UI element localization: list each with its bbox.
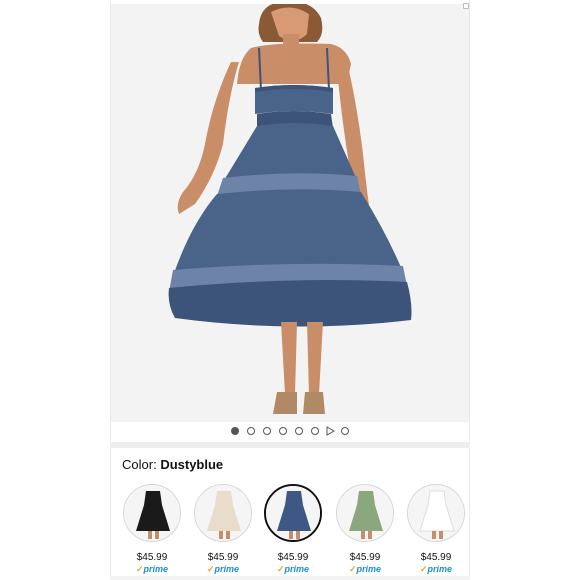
swatch-black-thumbnail [124, 485, 180, 541]
swatch-white[interactable] [407, 484, 465, 542]
swatch-green-thumbnail [337, 485, 393, 541]
prime-badge: ✓prime [336, 564, 394, 575]
swatch-price: $45.99 [277, 552, 309, 563]
section-divider [110, 442, 470, 448]
prime-check-icon: ✓ [276, 564, 285, 574]
frame-right-edge [469, 0, 470, 580]
prime-check-icon: ✓ [135, 564, 144, 574]
color-label: Color: [122, 457, 157, 472]
carousel-dot-2[interactable] [247, 427, 255, 435]
swatch-apricot-thumbnail [195, 485, 251, 541]
product-image[interactable] [111, 4, 469, 422]
prime-check-icon: ✓ [419, 564, 428, 574]
prime-badge: ✓prime [194, 564, 252, 575]
image-carousel-indicator [0, 426, 580, 439]
swatch-price: $45.99 [420, 552, 452, 563]
prime-check-icon: ✓ [348, 564, 357, 574]
carousel-dot-7[interactable] [341, 427, 349, 435]
video-play-icon[interactable] [325, 426, 335, 436]
selected-color-name: Dustyblue [160, 457, 224, 472]
share-icon[interactable] [463, 3, 469, 9]
bottom-strip [110, 576, 470, 580]
color-selector-label: Color: Dustyblue [122, 457, 223, 472]
prime-label: prime [427, 564, 453, 574]
swatch-price: $45.99 [136, 552, 168, 563]
prime-check-icon: ✓ [206, 564, 215, 574]
swatch-price: $45.99 [207, 552, 239, 563]
prime-label: prime [356, 564, 382, 574]
carousel-dot-5[interactable] [295, 427, 303, 435]
carousel-dot-4[interactable] [279, 427, 287, 435]
prime-label: prime [214, 564, 240, 574]
swatch-dustyblue[interactable] [264, 484, 322, 542]
swatch-dustyblue-thumbnail [266, 486, 320, 540]
swatch-green[interactable] [336, 484, 394, 542]
carousel-dot-3[interactable] [263, 427, 271, 435]
prime-label: prime [284, 564, 310, 574]
prime-label: prime [143, 564, 169, 574]
prime-badge: ✓prime [123, 564, 181, 575]
swatch-black[interactable] [123, 484, 181, 542]
prime-badge: ✓prime [407, 564, 465, 575]
dress-model-illustration [111, 4, 469, 422]
carousel-dot-1[interactable] [231, 427, 239, 435]
swatch-white-thumbnail [408, 485, 464, 541]
swatch-price: $45.99 [349, 552, 381, 563]
prime-badge: ✓prime [264, 564, 322, 575]
swatch-apricot[interactable] [194, 484, 252, 542]
carousel-dot-6[interactable] [311, 427, 319, 435]
